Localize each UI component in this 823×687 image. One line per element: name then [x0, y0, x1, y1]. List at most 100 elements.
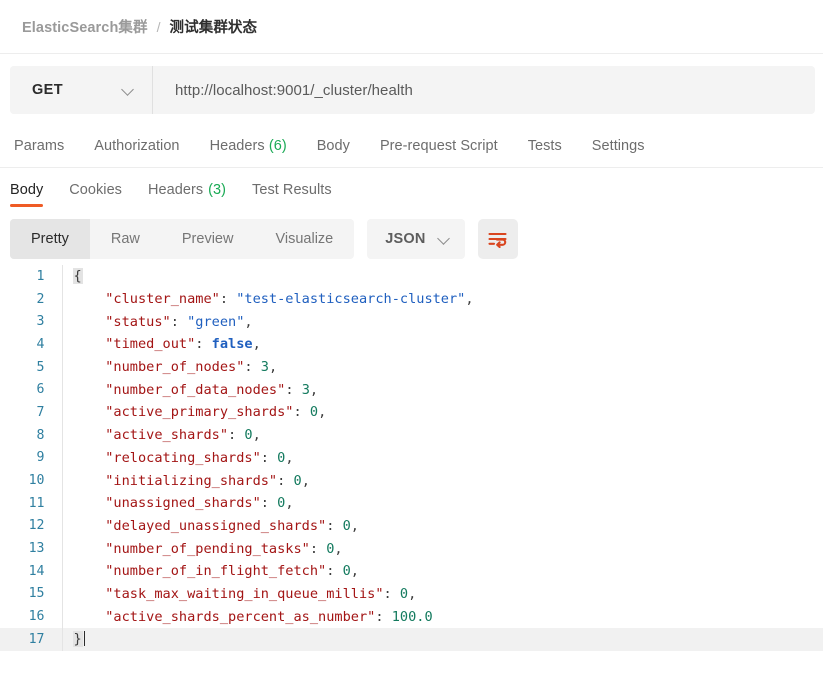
json-token-punc: , — [301, 472, 310, 489]
json-token-punc: : — [170, 313, 188, 330]
response-tab-headers[interactable]: Headers (3) — [148, 169, 226, 211]
json-token-num: 0 — [293, 472, 302, 489]
json-token-punc: , — [318, 404, 327, 421]
code-line: 4 "timed_out": false, — [0, 333, 823, 356]
request-tab-params[interactable]: Params — [14, 138, 64, 154]
request-tab-settings[interactable]: Settings — [592, 138, 645, 154]
tab-label: Body — [316, 137, 350, 154]
json-token-num: 3 — [301, 381, 310, 398]
line-number: 6 — [0, 378, 63, 402]
code-line-content: "active_shards": 0, — [62, 424, 823, 447]
request-tab-authorization[interactable]: Authorization — [94, 138, 179, 154]
json-token-punc: : — [309, 540, 327, 557]
json-token-plain — [73, 495, 106, 511]
json-token-punc: : — [277, 472, 294, 489]
view-mode-label: Preview — [181, 231, 234, 247]
code-line: 8 "active_shards": 0, — [0, 423, 823, 447]
json-token-punc: , — [285, 449, 294, 466]
response-format-select[interactable]: JSON — [367, 219, 465, 259]
tab-label: Body — [10, 182, 44, 198]
request-tab-headers[interactable]: Headers (6) — [210, 138, 287, 154]
tab-label: Settings — [591, 137, 645, 154]
json-token-punc: : — [228, 427, 245, 444]
line-number: 17 — [0, 628, 63, 651]
json-token-key: "active_shards" — [105, 427, 229, 444]
view-mode-label: Pretty — [31, 231, 69, 247]
line-number: 2 — [0, 287, 63, 311]
response-tab-cookies[interactable]: Cookies — [69, 169, 122, 211]
tab-label: Tests — [527, 137, 562, 154]
tab-label: Headers — [148, 182, 204, 198]
json-token-punc: , — [465, 291, 474, 308]
response-body-code-viewer[interactable]: 1{2 "cluster_name": "test-elasticsearch-… — [0, 265, 823, 675]
json-token-punc: : — [375, 608, 392, 625]
json-token-key: "number_of_data_nodes" — [105, 381, 286, 398]
json-token-punc: , — [252, 336, 261, 353]
request-tab-pre-request-script[interactable]: Pre-request Script — [380, 138, 498, 154]
json-token-key: "task_max_waiting_in_queue_millis" — [105, 585, 384, 602]
line-number: 8 — [0, 423, 63, 447]
code-line-content: "active_primary_shards": 0, — [62, 401, 823, 424]
code-line-content: "status": "green", — [62, 310, 823, 333]
json-token-plain — [73, 541, 106, 557]
url-bar-container: GET — [0, 54, 823, 114]
code-lines-table: 1{2 "cluster_name": "test-elasticsearch-… — [0, 265, 823, 651]
json-token-punc: : — [293, 404, 310, 421]
response-tab-test-results[interactable]: Test Results — [252, 169, 332, 211]
breadcrumb-request-name[interactable]: 测试集群状态 — [170, 16, 258, 37]
word-wrap-toggle-button[interactable] — [477, 219, 518, 259]
view-mode-preview[interactable]: Preview — [161, 219, 255, 259]
request-tab-tests[interactable]: Tests — [528, 138, 562, 154]
json-token-plain — [73, 473, 106, 489]
request-url-input[interactable] — [153, 66, 815, 114]
json-token-key: "number_of_pending_tasks" — [105, 540, 310, 557]
code-line-content: "relocating_shards": 0, — [62, 447, 823, 470]
code-line: 7 "active_primary_shards": 0, — [0, 401, 823, 424]
json-token-key: "number_of_in_flight_fetch" — [105, 563, 327, 580]
code-line-content: } — [62, 628, 823, 651]
code-line: 5 "number_of_nodes": 3, — [0, 355, 823, 379]
response-tab-body[interactable]: Body — [10, 169, 44, 211]
code-line: 9 "relocating_shards": 0, — [0, 446, 823, 470]
response-view-mode-group: Pretty Raw Preview Visualize — [10, 219, 355, 259]
json-token-plain — [73, 427, 106, 443]
code-line: 15 "task_max_waiting_in_queue_millis": 0… — [0, 582, 823, 606]
line-number: 14 — [0, 559, 63, 583]
code-line-content: "number_of_nodes": 3, — [62, 356, 823, 379]
json-token-punc: , — [252, 427, 261, 444]
json-token-punc: : — [219, 291, 237, 308]
line-number: 1 — [0, 265, 63, 288]
breadcrumb-collection[interactable]: ElasticSearch集群 — [22, 16, 148, 37]
url-bar: GET — [10, 66, 815, 114]
json-token-plain — [73, 518, 106, 534]
json-token-punc: : — [326, 563, 343, 580]
request-tab-bar: Params Authorization Headers (6) Body Pr… — [0, 124, 823, 168]
code-line-content: "timed_out": false, — [62, 333, 823, 356]
http-method-label: GET — [32, 82, 64, 98]
json-token-plain — [73, 404, 106, 420]
view-mode-raw[interactable]: Raw — [90, 219, 161, 259]
json-token-plain — [73, 563, 106, 579]
line-number: 4 — [0, 333, 63, 356]
json-token-punc: : — [285, 381, 302, 398]
json-token-punc: , — [285, 495, 294, 512]
json-token-key: "status" — [105, 313, 171, 330]
view-mode-label: Raw — [110, 231, 140, 247]
code-line: 1{ — [0, 265, 823, 288]
tab-label: Params — [14, 137, 65, 154]
json-token-punc: , — [350, 563, 359, 580]
code-line-content: "cluster_name": "test-elasticsearch-clus… — [62, 288, 823, 311]
json-token-key: "initializing_shards" — [105, 472, 278, 489]
request-tab-body[interactable]: Body — [317, 138, 350, 154]
tab-label: Pre-request Script — [379, 137, 498, 154]
code-line: 14 "number_of_in_flight_fetch": 0, — [0, 559, 823, 583]
code-line: 2 "cluster_name": "test-elasticsearch-cl… — [0, 287, 823, 311]
json-token-punc: , — [244, 313, 253, 330]
view-mode-pretty[interactable]: Pretty — [10, 219, 90, 259]
json-token-plain — [73, 336, 106, 352]
json-token-punc: , — [408, 585, 417, 602]
json-token-bool: false — [211, 336, 253, 353]
http-method-select[interactable]: GET — [10, 66, 153, 114]
view-mode-visualize[interactable]: Visualize — [254, 219, 354, 259]
line-number: 11 — [0, 491, 63, 515]
